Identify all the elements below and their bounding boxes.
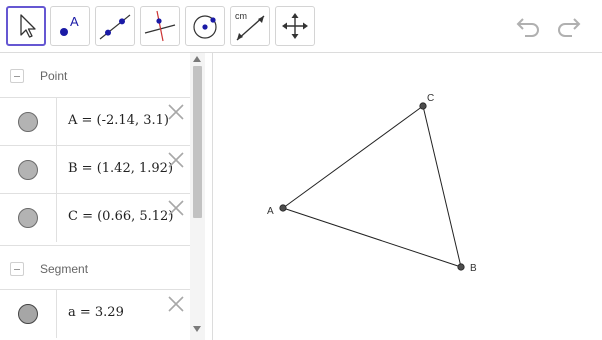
scroll-down-arrow-icon[interactable] [193,326,201,332]
segment-b[interactable] [282,105,424,209]
circle-center-point-icon [193,15,217,39]
graphics-view[interactable]: A B C [213,53,602,340]
delete-icon[interactable] [166,294,186,314]
line-through-points-icon [99,14,131,40]
point-label-B: B [470,263,477,274]
row-divider [56,98,57,146]
circle-tool-button[interactable] [185,6,225,46]
perpendicular-tool-button[interactable] [140,6,180,46]
algebra-view: Point A = (-2.14, 3.1) B = (1.42, 1.92) … [0,53,205,340]
group-label: Point [40,69,68,83]
redo-button[interactable] [553,12,583,40]
measure-tool-unit: cm [235,11,247,21]
line-tool-button[interactable] [95,6,135,46]
redo-icon [558,18,581,37]
undo-icon [516,18,539,37]
cursor-arrow-icon [20,14,36,38]
collapse-toggle-icon[interactable] [10,262,24,276]
group-header-segment: Segment [0,245,190,289]
move-tool-button[interactable] [6,6,46,46]
collapse-toggle-icon[interactable] [10,69,24,83]
object-definition[interactable]: A = (-2.14, 3.1) [68,113,169,128]
delete-icon[interactable] [166,102,186,122]
scroll-up-arrow-icon[interactable] [193,56,201,62]
visibility-toggle-icon[interactable] [18,304,38,324]
measure-tool-button[interactable]: cm [230,6,270,46]
move-view-tool-button[interactable] [275,6,315,46]
point-A-icon: A [60,14,79,36]
segment-c[interactable] [282,207,462,268]
object-definition[interactable]: C = (0.66, 5.12) [68,209,173,224]
point-tool-button[interactable]: A [50,6,90,46]
move-arrows-icon [282,13,308,39]
toolbar: A cm [0,0,602,52]
point-tool-letter: A [70,14,79,29]
row-divider [56,146,57,194]
visibility-toggle-icon[interactable] [18,160,38,180]
perpendicular-line-icon [144,10,176,42]
group-header-point: Point [0,53,190,97]
point-label-C: C [427,93,434,104]
visibility-toggle-icon[interactable] [18,208,38,228]
point-label-A: A [267,206,274,217]
segment-a[interactable] [422,105,462,268]
point-C[interactable] [419,102,427,110]
object-definition[interactable]: a = 3.29 [68,305,124,320]
scrollbar-thumb[interactable] [193,66,202,218]
row-divider [56,290,57,338]
undo-button[interactable] [514,12,544,40]
algebra-row-B[interactable]: B = (1.42, 1.92) [0,145,190,194]
point-A[interactable] [279,204,287,212]
group-label: Segment [40,262,89,276]
delete-icon[interactable] [166,198,186,218]
algebra-row-a[interactable]: a = 3.29 [0,289,190,338]
visibility-toggle-icon[interactable] [18,112,38,132]
algebra-row-A[interactable]: A = (-2.14, 3.1) [0,97,190,146]
distance-measure-icon: cm [235,11,265,41]
object-definition[interactable]: B = (1.42, 1.92) [68,161,173,176]
point-B[interactable] [457,263,465,271]
delete-icon[interactable] [166,150,186,170]
algebra-row-C[interactable]: C = (0.66, 5.12) [0,193,190,242]
row-divider [56,194,57,242]
